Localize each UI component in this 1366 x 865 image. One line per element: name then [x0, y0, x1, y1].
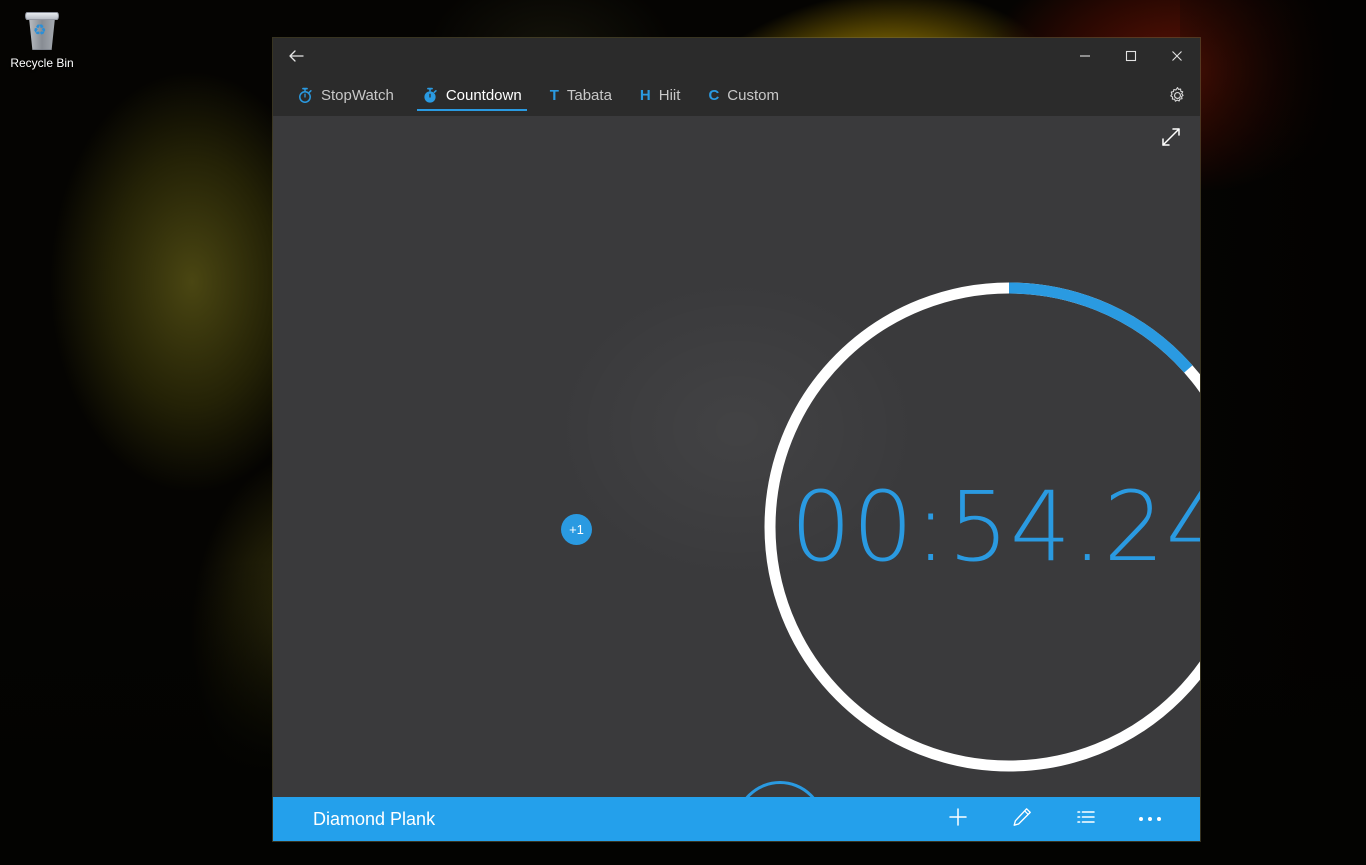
title-bar-drag-region[interactable] — [319, 38, 1062, 74]
gear-icon[interactable] — [1154, 74, 1200, 116]
workout-timer-window: StopWatch Countdown T Tabata H Hiit C Cu… — [273, 38, 1200, 841]
recycle-bin-icon: ♻ — [22, 10, 62, 52]
list-icon — [1075, 806, 1097, 833]
recycle-symbol-icon: ♻ — [33, 22, 47, 39]
timer-stage: 00:54.24 +1 +15 — [273, 116, 1200, 797]
letter-t-icon: T — [549, 86, 559, 104]
ellipsis-icon — [1139, 817, 1161, 821]
stopwatch-filled-icon — [422, 87, 438, 104]
letter-h-icon: H — [639, 86, 651, 104]
close-button[interactable] — [1154, 38, 1200, 74]
tab-tabata-label: Tabata — [566, 86, 612, 104]
tab-strip-spacer — [793, 74, 1154, 116]
recycle-bin-label: Recycle Bin — [10, 56, 74, 70]
ellipsis-dot-1 — [1139, 817, 1143, 821]
tab-custom-label: Custom — [727, 86, 779, 104]
plus-icon — [947, 806, 969, 833]
wallpaper-right-shadow — [1180, 0, 1366, 865]
tab-countdown-label: Countdown — [445, 86, 522, 104]
desktop: ♻ Recycle Bin StopWatch Countdown T Taba… — [0, 0, 1366, 865]
ellipsis-dot-3 — [1157, 817, 1161, 821]
tab-hiit[interactable]: H Hiit — [626, 74, 695, 116]
tab-countdown[interactable]: Countdown — [408, 74, 536, 116]
stopwatch-icon — [297, 87, 313, 104]
more-options-button[interactable] — [1118, 797, 1182, 841]
recycle-bin-lid — [25, 12, 59, 20]
add-preset-button[interactable] — [926, 797, 990, 841]
preset-list-button[interactable] — [1054, 797, 1118, 841]
timer-readout: 00:54.24 — [790, 471, 1200, 583]
transport-controls — [273, 771, 1200, 797]
pencil-icon — [1011, 806, 1033, 833]
title-bar — [273, 38, 1200, 74]
pause-button[interactable] — [734, 781, 825, 797]
tab-tabata[interactable]: T Tabata — [536, 74, 626, 116]
tab-active-indicator — [416, 109, 527, 111]
back-button[interactable] — [273, 38, 319, 74]
ellipsis-dot-2 — [1148, 817, 1152, 821]
tab-hiit-label: Hiit — [658, 86, 681, 104]
preset-name-label: Diamond Plank — [313, 808, 436, 829]
tab-stopwatch[interactable]: StopWatch — [283, 74, 408, 116]
tab-stopwatch-label: StopWatch — [321, 86, 394, 104]
mode-tab-strip: StopWatch Countdown T Tabata H Hiit C Cu… — [273, 74, 1200, 116]
desktop-icon-recycle-bin[interactable]: ♻ Recycle Bin — [6, 6, 78, 71]
preset-bottom-bar: Diamond Plank — [273, 797, 1200, 841]
tab-custom[interactable]: C Custom — [694, 74, 793, 116]
expand-arrows-icon[interactable] — [1152, 118, 1190, 156]
add-one-label: +1 — [569, 522, 584, 537]
edit-preset-button[interactable] — [990, 797, 1054, 841]
letter-c-icon: C — [708, 86, 720, 104]
minimize-button[interactable] — [1062, 38, 1108, 74]
maximize-button[interactable] — [1108, 38, 1154, 74]
add-one-minute-button[interactable]: +1 — [561, 514, 592, 545]
